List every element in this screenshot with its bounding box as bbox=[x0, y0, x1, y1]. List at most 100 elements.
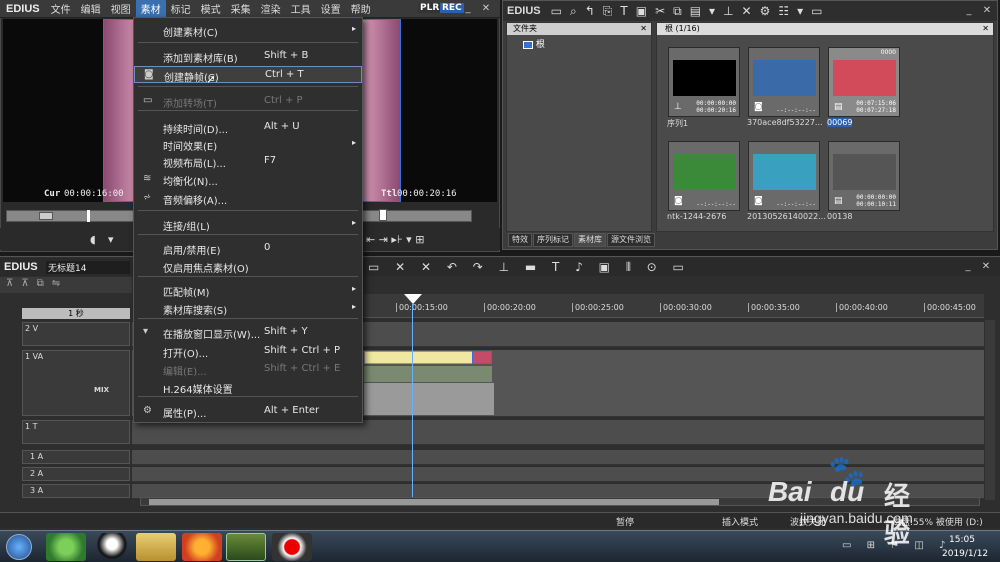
delete-icon[interactable]: ✕ bbox=[742, 4, 752, 18]
audio-clip[interactable] bbox=[364, 366, 492, 382]
menu-item[interactable]: ◙ 创建静帧(C) Ctrl + T bbox=[134, 66, 362, 84]
taskbar-explorer-icon[interactable] bbox=[136, 533, 176, 561]
clip-name[interactable]: ntk-1244-2676 bbox=[667, 212, 726, 221]
tab-source-browser[interactable]: 源文件浏览 bbox=[607, 233, 655, 247]
menu-capture[interactable]: 采集 bbox=[226, 0, 256, 17]
view-icon[interactable]: ☷ bbox=[778, 4, 789, 18]
taskbar-firefox-icon[interactable] bbox=[182, 533, 222, 561]
track-header-2v[interactable] bbox=[22, 322, 130, 346]
timeline-hscroll-thumb[interactable] bbox=[149, 499, 719, 505]
menu-render[interactable]: 渲染 bbox=[256, 0, 286, 17]
clip-item[interactable]: ▤ 00:07:15:06 00:07:27:18 0000 bbox=[828, 47, 900, 117]
jog-icon[interactable]: ▾ bbox=[108, 233, 114, 246]
in-marker[interactable] bbox=[87, 210, 90, 222]
menu-view[interactable]: 视图 bbox=[106, 0, 136, 17]
plr-toggle[interactable]: PLR bbox=[418, 3, 442, 13]
taskbar-recorder-icon[interactable] bbox=[272, 533, 312, 561]
out-marker[interactable] bbox=[379, 209, 387, 221]
player-icon[interactable]: ▾ bbox=[709, 4, 715, 18]
menu-item[interactable]: 视频布局(L)... F7 bbox=[134, 153, 362, 170]
timeline-minimize-icon[interactable]: _ bbox=[962, 261, 974, 272]
tab-sequence-markers[interactable]: 序列标记 bbox=[533, 233, 573, 247]
menu-item[interactable]: 匹配帧(M) ▸ bbox=[134, 282, 362, 299]
menu-item[interactable]: 仅启用焦点素材(O) bbox=[134, 258, 362, 275]
menu-item[interactable]: 时间效果(E) ▸ bbox=[134, 136, 362, 153]
clip-item[interactable]: ▤ 00:00:00:00 00:00:10:11 bbox=[828, 141, 900, 211]
menu-item[interactable]: H.264媒体设置 bbox=[134, 379, 362, 396]
clip-item[interactable]: ⊥ 00:00:00:00 00:00:20:16 bbox=[668, 47, 740, 117]
paste-icon[interactable]: ▤ bbox=[690, 4, 701, 18]
clock-date[interactable]: 2019/1/12 bbox=[942, 549, 988, 559]
close-icon[interactable]: ✕ bbox=[480, 3, 492, 14]
transport-icons[interactable]: ⇤ ⇥ ▸⊦ ▾ ⊞ bbox=[366, 233, 424, 246]
folder-pane-close-icon[interactable]: ✕ bbox=[640, 24, 647, 33]
menu-mode[interactable]: 模式 bbox=[196, 0, 226, 17]
properties-icon[interactable]: ⚙ bbox=[760, 4, 771, 18]
menu-clip[interactable]: 素材 bbox=[135, 0, 166, 17]
clip-name[interactable]: 序列1 bbox=[667, 118, 688, 129]
menu-item[interactable]: ▾ 在播放窗口显示(W)... Shift + Y bbox=[134, 324, 362, 341]
menu-item[interactable]: ⩫ 音频偏移(A)... bbox=[134, 190, 362, 207]
clip-name[interactable]: 20130526140022... bbox=[747, 212, 826, 221]
slider-handle[interactable] bbox=[39, 212, 53, 220]
menu-item[interactable]: 创建素材(C) ▸ bbox=[134, 22, 362, 39]
clip-pane-header: 根 (1/16) bbox=[657, 23, 993, 35]
menu-tools[interactable]: 工具 bbox=[286, 0, 316, 17]
mix-label: MIX bbox=[94, 386, 109, 394]
cut-icon[interactable]: ✂ bbox=[655, 4, 665, 18]
taskbar-360-icon[interactable] bbox=[46, 533, 86, 561]
tab-effects[interactable]: 特效 bbox=[508, 233, 532, 247]
add-clip-icon[interactable]: ▣ bbox=[636, 4, 647, 18]
clock-time[interactable]: 15:05 bbox=[949, 535, 975, 545]
menu-settings[interactable]: 设置 bbox=[316, 0, 346, 17]
clip-item[interactable]: ◙ --:--:--:-- bbox=[748, 141, 820, 211]
menu-item[interactable]: ≋ 均衡化(N)... bbox=[134, 171, 362, 188]
menu-item[interactable]: 添加到素材库(B) Shift + B bbox=[134, 48, 362, 65]
title-icon[interactable]: T bbox=[620, 4, 627, 18]
sequence-name[interactable]: 无标题14 bbox=[46, 261, 130, 274]
track-tool-icons[interactable]: ⊼⊼⧉⇋ bbox=[6, 278, 68, 289]
mark-in-icon[interactable]: ◖ bbox=[90, 233, 96, 246]
search-icon[interactable]: ⌕ bbox=[570, 4, 577, 19]
clip-item[interactable]: ◙ --:--:--:-- bbox=[668, 141, 740, 211]
view-dropdown-icon[interactable]: ▾ bbox=[797, 4, 803, 18]
root-folder[interactable]: 根 bbox=[523, 37, 545, 50]
menu-help[interactable]: 帮助 bbox=[346, 0, 376, 17]
playhead-marker[interactable] bbox=[404, 294, 422, 304]
menu-item[interactable]: ⚙ 属性(P)... Alt + Enter bbox=[134, 403, 362, 420]
menu-item[interactable]: 素材库搜索(S) ▸ bbox=[134, 300, 362, 317]
recorder-icon[interactable]: ⊥ bbox=[723, 4, 733, 18]
clip-name[interactable]: 00138 bbox=[827, 212, 852, 221]
taskbar-qq-icon[interactable] bbox=[92, 533, 132, 561]
menu-file[interactable]: 文件 bbox=[46, 0, 76, 17]
open-icon[interactable]: ⎘ bbox=[603, 4, 613, 19]
rec-toggle[interactable]: REC bbox=[440, 3, 464, 13]
layout-icon[interactable]: ▭ bbox=[811, 4, 822, 18]
taskbar-edius-icon[interactable] bbox=[226, 533, 266, 561]
menu-item[interactable]: 持续时间(D)... Alt + U bbox=[134, 119, 362, 136]
menu-item[interactable]: 打开(O)... Shift + Ctrl + P bbox=[134, 343, 362, 360]
zoom-bar[interactable]: 1 秒 bbox=[22, 308, 130, 319]
timeline-vscroll[interactable] bbox=[985, 320, 995, 500]
track-header-1t[interactable] bbox=[22, 420, 130, 444]
minimize-icon[interactable]: _ bbox=[462, 3, 474, 14]
bin-minimize-icon[interactable]: _ bbox=[963, 5, 975, 16]
timeline-close-icon[interactable]: ✕ bbox=[980, 261, 992, 272]
up-folder-icon[interactable]: ↰ bbox=[585, 4, 595, 18]
menu-edit[interactable]: 编辑 bbox=[76, 0, 106, 17]
menu-item[interactable]: 连接/组(L) ▸ bbox=[134, 216, 362, 233]
bin-close-icon[interactable]: ✕ bbox=[981, 5, 993, 16]
menu-marker[interactable]: 标记 bbox=[166, 0, 196, 17]
clip-item[interactable]: ◙ --:--:--:-- bbox=[748, 47, 820, 117]
copy-icon[interactable]: ⧉ bbox=[673, 4, 682, 19]
timeline-tool-icons[interactable]: ▭ ✕ ✕ ↶ ↷ ⊥ ▬ T ♪ ▣ ⫴ ⊙ ▭ bbox=[368, 260, 690, 275]
track-lane-1t[interactable] bbox=[132, 420, 984, 445]
menu-item[interactable]: 启用/禁用(E) 0 bbox=[134, 240, 362, 257]
tab-bin[interactable]: 素材库 bbox=[574, 233, 606, 247]
clip-name[interactable]: 370ace8df53227... bbox=[747, 118, 823, 127]
start-button[interactable] bbox=[6, 534, 32, 560]
ruler-tick-label: 00:00:25:00 bbox=[572, 303, 624, 312]
folder-icon[interactable]: ▭ bbox=[551, 4, 562, 18]
clip-pane-close-icon[interactable]: ✕ bbox=[982, 24, 989, 33]
clip-name[interactable]: 00069 bbox=[827, 118, 853, 127]
